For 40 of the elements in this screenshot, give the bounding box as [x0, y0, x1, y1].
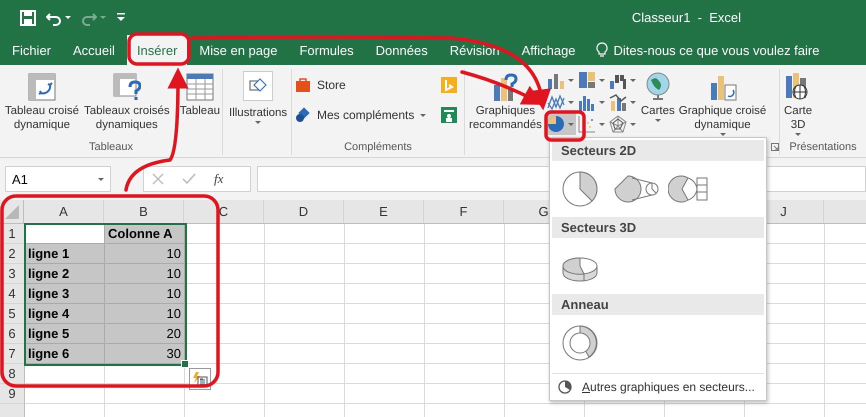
table-cell: 10	[105, 244, 185, 264]
table-cell: 20	[105, 324, 185, 344]
insert-function-button[interactable]: fx	[214, 171, 224, 187]
illustrations-button[interactable]: Illustrations	[226, 69, 290, 124]
3d-map-button[interactable]: Carte 3D	[783, 69, 814, 136]
table-cell: ligne 3	[25, 284, 105, 304]
ribbon-tab[interactable]: Affichage	[512, 35, 586, 65]
section-heading: Secteurs 3D	[552, 217, 764, 238]
window-title: Classeur1 - Excel	[632, 10, 741, 25]
ribbon-tab[interactable]: Révision	[440, 35, 510, 65]
section-heading: Anneau	[552, 294, 764, 315]
more-pie-charts-link[interactable]: Autres graphiques en secteurs...	[550, 374, 763, 396]
group-label: Tableaux	[88, 141, 134, 153]
table-cell: 10	[105, 284, 185, 304]
ribbon-button[interactable]: Tableau croisé dynamique	[1, 69, 83, 133]
ribbon-tab[interactable]: Formules	[289, 35, 364, 65]
add-in-button[interactable]: Mes compléments	[295, 107, 439, 123]
table-cell: ligne 1	[25, 244, 105, 264]
maps-button[interactable]: Cartes	[640, 69, 676, 122]
section-heading: Secteurs 2D	[552, 140, 764, 161]
table-cell: Colonne A	[105, 224, 185, 244]
table-cell: 10	[105, 304, 185, 324]
table-cell: ligne 2	[25, 264, 105, 284]
table-cell: ligne 4	[25, 304, 105, 324]
recommended-charts-button[interactable]: Graphiques recommandés	[468, 69, 543, 133]
group-label: Présentations	[789, 141, 857, 153]
table-cell: ligne 5	[25, 324, 105, 344]
ribbon-button[interactable]: Tableaux croisés dynamiques	[82, 69, 171, 133]
group-label: Compléments	[344, 141, 412, 153]
table-cell: 10	[105, 264, 185, 284]
ribbon-tab[interactable]: Mise en page	[189, 35, 288, 65]
add-in-button[interactable]: Store	[295, 77, 439, 93]
table-cell: 30	[105, 344, 185, 364]
ribbon-button[interactable]: Tableau	[178, 69, 221, 119]
ribbon-tab[interactable]: Accueil	[63, 35, 125, 65]
tell-me-field[interactable]: Dites-nous ce que vous voulez faire	[596, 35, 820, 65]
table-cell: ligne 6	[25, 344, 105, 364]
ribbon-tab[interactable]: Fichier	[2, 35, 62, 65]
name-box[interactable]: A1	[5, 166, 111, 192]
ribbon-tab[interactable]: Données	[366, 35, 438, 65]
